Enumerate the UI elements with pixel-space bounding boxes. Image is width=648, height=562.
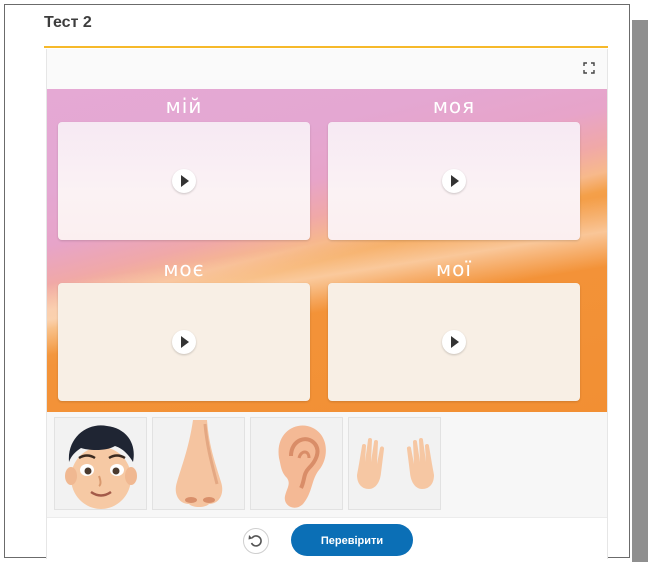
slot-label-moi: мої [436,257,472,281]
slot-label-mii: мій [165,94,203,118]
ear-card[interactable] [250,417,343,510]
answer-tray [47,412,607,517]
drop-slot-moi[interactable] [328,283,580,401]
hands-card[interactable] [348,417,441,510]
title-underline [44,46,608,48]
face-card[interactable] [54,417,147,510]
boy-face-image [65,425,137,509]
drop-slot-mii[interactable] [58,122,310,240]
matching-exercise: мій моя моє мої Перевірити [46,49,608,560]
play-icon[interactable] [172,330,196,354]
page-title: Тест 2 [44,14,92,31]
exercise-toolbar [47,49,607,90]
play-icon[interactable] [442,169,466,193]
slot-label-moya: моя [432,94,476,118]
slot-label-moie: моє [163,257,205,281]
nose-image [175,420,223,507]
drop-slot-moie[interactable] [58,283,310,401]
drop-board: мій моя моє мої [47,89,607,412]
reset-icon[interactable] [243,528,269,554]
check-button[interactable]: Перевірити [291,524,413,556]
ear-image [278,425,326,508]
hands-image [357,438,434,489]
fullscreen-icon[interactable] [581,60,597,76]
page-shadow [632,20,648,562]
exercise-footer: Перевірити [47,517,607,560]
play-icon[interactable] [442,330,466,354]
play-icon[interactable] [172,169,196,193]
nose-card[interactable] [152,417,245,510]
drop-slot-moya[interactable] [328,122,580,240]
